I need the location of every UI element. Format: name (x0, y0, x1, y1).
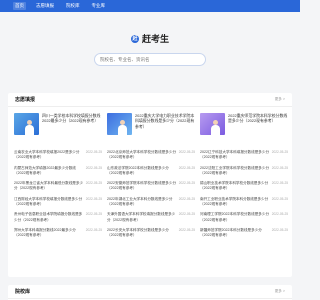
news-item[interactable]: 天津外国语大学本科学校填报分数线是多少分（2022现有参考） 2022-05-25 (107, 212, 195, 228)
article-thumbnail (107, 113, 132, 135)
news-item-title[interactable]: 内蒙古师范大学填报2022最多少分数线（2022现有参考） (14, 166, 84, 176)
news-item[interactable]: 云南农业大学本科学校填报2022是多少分（2022现有参考） 2022-05-25 (14, 150, 102, 166)
news-item-date: 2022-05-25 (271, 227, 288, 232)
news-item-title[interactable]: 山东政法学院2022本科分数线是多少分（2022现有参考） (107, 166, 177, 176)
news-column: 四川一类学校本科学校填报分数线2022最多少分（2022现有参考） 云南农业大学… (14, 113, 102, 244)
news-item-title[interactable]: 云南农业大学本科学校填报2022是多少分（2022现有参考） (14, 150, 84, 160)
news-item-date: 2022-05-25 (271, 212, 288, 217)
hero: 赶 赶考生 (0, 12, 300, 90)
news-item[interactable]: 2022长安大学本科学校分数线是多少分（2022现有参考） 2022-05-25 (107, 228, 195, 244)
news-item[interactable]: 贵州电子信息职业技术学院填报分数线是多少分（2022现有参考） 2022-05-2… (14, 212, 102, 228)
news-item-date: 2022-05-25 (271, 196, 288, 201)
news-card-header: 志愿填报 更多 > (8, 93, 292, 107)
news-item-date: 2022-05-25 (85, 212, 102, 217)
news-item[interactable]: 江西财经大学本科学校填报分数线是多少分（2022现有参考） 2022-05-25 (14, 197, 102, 213)
news-item-date: 2022-05-25 (178, 212, 195, 217)
news-item-title[interactable]: 江西财经大学本科学校填报分数线是多少分（2022现有参考） (14, 197, 84, 207)
news-item[interactable]: 郑州大学本科填报分数线2022最多少分（2022现有参考） 2022-05-25 (14, 228, 102, 244)
school-card: 院校库 更多 > (8, 285, 292, 300)
news-item-title[interactable]: 2022安徽师范学院本科学校分数线是多少分（2022现有参考） (107, 181, 177, 191)
news-item-date: 2022-05-25 (178, 227, 195, 232)
news-item[interactable]: 河南理工学院2022本科学校分数线是多少分（2022现有参考） 2022-05-2… (200, 212, 288, 228)
news-item-date: 2022-05-25 (178, 196, 195, 201)
news-item[interactable]: 山东政法学院2022本科分数线是多少分（2022现有参考） 2022-05-25 (107, 166, 195, 182)
nav-volunteer[interactable]: 志愿填报 (34, 2, 56, 10)
news-more-link[interactable]: 更多 > (275, 97, 285, 102)
news-item-title[interactable]: 2022沈阳工业学院本科学校分数线是多少分（2022现有参考） (200, 166, 270, 176)
featured-article[interactable]: 四川一类学校本科学校填报分数线2022最多少分（2022现有参考） (14, 113, 102, 145)
news-item-date: 2022-05-25 (85, 150, 102, 154)
news-item[interactable]: 2022年湖北工业大学本科分数线是多少分（2022现有参考） 2022-05-25 (107, 197, 195, 213)
school-card-header: 院校库 更多 > (8, 285, 292, 299)
article-thumbnail (200, 113, 225, 135)
news-item-title[interactable]: 南开工业职业技术学院本科分数线是多少分（2022现有参考） (200, 197, 270, 207)
featured-article[interactable]: 2022重庆师范学院本科学校分数线是多少分（2022现有参考） (200, 113, 288, 145)
news-item[interactable]: 内蒙古师范大学填报2022最多少分数线（2022现有参考） 2022-05-25 (14, 166, 102, 182)
person-illustration (118, 120, 127, 135)
news-item-date: 2022-05-25 (271, 181, 288, 186)
featured-article[interactable]: 2022重庆大学电力职业技术学院本科填报分数线是多少分（2022现有参考） (107, 113, 195, 145)
news-item-date: 2022-05-25 (85, 165, 102, 170)
news-item-title[interactable]: 锦山职业技术学院本科学校分数线是多少分（2022现有参考） (200, 181, 270, 191)
person-illustration (211, 120, 220, 135)
news-card: 志愿填报 更多 > 四川一类学校本科学校填报分数线2022最多少分（2022现有… (8, 93, 292, 277)
news-item-date: 2022-05-25 (271, 165, 288, 170)
nav-majors[interactable]: 专业库 (90, 2, 108, 10)
news-item[interactable]: 2022安徽师范学院本科学校分数线是多少分（2022现有参考） 2022-05-2… (107, 181, 195, 197)
news-item[interactable]: 新疆师范学院2022本科分数线是多少分（2022现有参考） 2022-05-25 (200, 228, 288, 244)
news-item-date: 2022-05-25 (178, 150, 195, 154)
search-box (94, 53, 206, 66)
nav-schools[interactable]: 院校库 (64, 2, 82, 10)
news-item-date: 2022-05-25 (85, 181, 102, 186)
news-item-title[interactable]: 2022长安大学本科学校分数线是多少分（2022现有参考） (107, 228, 177, 238)
featured-title[interactable]: 2022重庆师范学院本科学校分数线是多少分（2022现有参考） (228, 113, 288, 145)
school-section-title: 院校库 (15, 289, 31, 295)
news-item-date: 2022-05-25 (178, 165, 195, 170)
news-item-date: 2022-05-25 (85, 227, 102, 232)
logo-text: 赶考生 (141, 34, 169, 44)
news-section-title: 志愿填报 (15, 97, 36, 103)
news-item-date: 2022-05-25 (178, 181, 195, 186)
news-item-title[interactable]: 郑州大学本科填报分数线2022最多少分（2022现有参考） (14, 228, 84, 238)
news-item[interactable]: 2022沈阳工业学院本科学校分数线是多少分（2022现有参考） 2022-05-2… (200, 166, 288, 182)
news-item[interactable]: 南开工业职业技术学院本科分数线是多少分（2022现有参考） 2022-05-25 (200, 197, 288, 213)
article-thumbnail (14, 113, 39, 135)
featured-title[interactable]: 四川一类学校本科学校填报分数线2022最多少分（2022现有参考） (42, 113, 102, 145)
news-item-title[interactable]: 河南理工学院2022本科学校分数线是多少分（2022现有参考） (200, 212, 270, 222)
news-item[interactable]: 2022辽宁科技大学本科填报分数线是多少分（2022现有参考） 2022-05-2… (200, 150, 288, 166)
news-item[interactable]: 2022北京师范大学本科学校分数线是多少分（2022现有参考） 2022-05-2… (107, 150, 195, 166)
site-logo[interactable]: 赶 赶考生 (130, 32, 169, 45)
news-item-date: 2022-05-25 (271, 150, 288, 154)
news-item-date: 2022-05-25 (85, 196, 102, 201)
news-item-title[interactable]: 天津外国语大学本科学校填报分数线是多少分（2022现有参考） (107, 212, 177, 222)
school-more-link[interactable]: 更多 > (275, 289, 285, 294)
news-item-title[interactable]: 贵州电子信息职业技术学院填报分数线是多少分（2022现有参考） (14, 212, 84, 222)
news-item-title[interactable]: 2022北京师范大学本科学校分数线是多少分（2022现有参考） (107, 150, 177, 160)
news-column: 2022重庆大学电力职业技术学院本科填报分数线是多少分（2022现有参考） 20… (107, 113, 195, 244)
news-item[interactable]: 2022年黑龙江省大学本科最低分数线是多少分（2022现有参考） 2022-05-… (14, 181, 102, 197)
logo-icon: 赶 (130, 34, 139, 43)
news-item-title[interactable]: 2022年黑龙江省大学本科最低分数线是多少分（2022现有参考） (14, 181, 84, 191)
news-column: 2022重庆师范学院本科学校分数线是多少分（2022现有参考） 2022辽宁科技… (200, 113, 288, 244)
news-item-title[interactable]: 新疆师范学院2022本科分数线是多少分（2022现有参考） (200, 228, 270, 238)
news-item[interactable]: 锦山职业技术学院本科学校分数线是多少分（2022现有参考） 2022-05-25 (200, 181, 288, 197)
top-nav: 首页 志愿填报 院校库 专业库 (0, 0, 300, 12)
news-item-title[interactable]: 2022年湖北工业大学本科分数线是多少分（2022现有参考） (107, 197, 177, 207)
person-illustration (25, 120, 34, 135)
featured-title[interactable]: 2022重庆大学电力职业技术学院本科填报分数线是多少分（2022现有参考） (135, 113, 195, 145)
nav-home[interactable]: 首页 (13, 2, 26, 10)
news-item-title[interactable]: 2022辽宁科技大学本科填报分数线是多少分（2022现有参考） (200, 150, 270, 160)
search-input[interactable] (100, 57, 200, 62)
